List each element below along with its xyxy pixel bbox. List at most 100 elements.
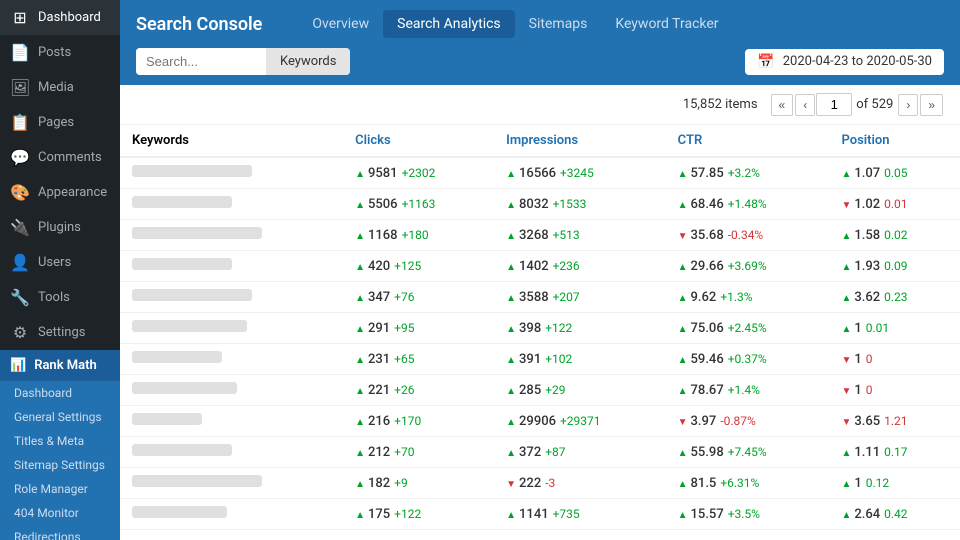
- ctr-value: 78.67: [691, 383, 724, 398]
- table-row: 347+763588+2079.62+1.3%3.620.23: [120, 282, 960, 313]
- topbar-nav-keyword-tracker[interactable]: Keyword Tracker: [601, 10, 732, 38]
- position-value: 3.65: [854, 414, 880, 429]
- position-value: 1: [854, 352, 861, 367]
- ctr-value: 29.66: [691, 259, 724, 274]
- first-page-button[interactable]: «: [771, 94, 794, 116]
- main-content: Search Console OverviewSearch AnalyticsS…: [120, 0, 960, 540]
- impressions-cell: 3268+513: [494, 220, 666, 251]
- topbar-nav-sitemaps[interactable]: Sitemaps: [515, 10, 602, 38]
- rm-role[interactable]: Role Manager: [0, 477, 120, 501]
- table-row: 175+1221141+73515.57+3.5%2.640.42: [120, 499, 960, 530]
- settings-icon: ⚙: [10, 323, 30, 342]
- impressions-value: 3268: [519, 228, 549, 243]
- ctr-delta: +6.31%: [720, 476, 759, 490]
- position-delta: 0.12: [866, 476, 889, 490]
- sidebar-label: Settings: [38, 325, 85, 340]
- sidebar-item-users[interactable]: 👤Users: [0, 245, 120, 280]
- page-title: Search Console: [136, 14, 262, 35]
- col-position[interactable]: Position: [829, 125, 960, 157]
- clicks-value: 175: [368, 507, 390, 522]
- topbar-nav-search-analytics[interactable]: Search Analytics: [383, 10, 515, 38]
- data-table: KeywordsClicksImpressionsCTRPosition 958…: [120, 125, 960, 530]
- position-arrow: [841, 476, 854, 491]
- sidebar-label: Appearance: [38, 185, 107, 200]
- sidebar-item-pages[interactable]: 📋Pages: [0, 105, 120, 140]
- impressions-arrow: [506, 228, 519, 243]
- next-page-button[interactable]: ›: [898, 94, 918, 116]
- position-arrow: [841, 507, 854, 522]
- rm-dashboard[interactable]: Dashboard: [0, 381, 120, 405]
- comments-icon: 💬: [10, 148, 30, 167]
- position-delta: 0.05: [884, 166, 907, 180]
- col-keywords[interactable]: Keywords: [120, 125, 343, 157]
- ctr-arrow: [678, 197, 691, 212]
- position-value: 1: [854, 476, 861, 491]
- date-range-wrap[interactable]: 📅 2020-04-23 to 2020-05-30: [745, 49, 944, 75]
- sidebar-item-media[interactable]: 🖼Media: [0, 70, 120, 105]
- rm-redirections[interactable]: Redirections: [0, 525, 120, 540]
- rm-titles[interactable]: Titles & Meta: [0, 429, 120, 453]
- media-icon: 🖼: [10, 78, 30, 97]
- page-input[interactable]: [816, 93, 852, 116]
- tools-icon: 🔧: [10, 288, 30, 307]
- position-arrow: [841, 166, 854, 181]
- clicks-cell: 420+125: [343, 251, 494, 282]
- search-wrap: Keywords: [136, 48, 350, 75]
- clicks-value: 5506: [368, 197, 398, 212]
- ctr-arrow: [678, 228, 691, 243]
- kw-cell: [120, 437, 343, 468]
- ctr-arrow: [678, 166, 691, 181]
- col-ctr[interactable]: CTR: [666, 125, 830, 157]
- sidebar-item-appearance[interactable]: 🎨Appearance: [0, 175, 120, 210]
- impressions-value: 222: [519, 476, 541, 491]
- ctr-cell: 55.98+7.45%: [666, 437, 830, 468]
- sidebar-label: Pages: [38, 115, 74, 130]
- rm-general[interactable]: General Settings: [0, 405, 120, 429]
- sidebar-item-posts[interactable]: 📄Posts: [0, 35, 120, 70]
- clicks-delta: +2302: [402, 166, 436, 180]
- ctr-delta: +3.5%: [728, 507, 760, 521]
- table-row: 291+95398+12275.06+2.45%10.01: [120, 313, 960, 344]
- clicks-value: 221: [368, 383, 390, 398]
- search-input[interactable]: [136, 48, 266, 75]
- kw-placeholder: [132, 289, 252, 301]
- ctr-arrow: [678, 507, 691, 522]
- ctr-value: 35.68: [691, 228, 724, 243]
- prev-page-button[interactable]: ‹: [795, 94, 815, 116]
- ctr-cell: 75.06+2.45%: [666, 313, 830, 344]
- keyword-badge: Keywords: [266, 48, 350, 75]
- sidebar-item-comments[interactable]: 💬Comments: [0, 140, 120, 175]
- impressions-value: 1141: [519, 507, 549, 522]
- ctr-value: 57.85: [691, 166, 724, 181]
- kw-cell: [120, 499, 343, 530]
- col-clicks[interactable]: Clicks: [343, 125, 494, 157]
- ctr-value: 75.06: [691, 321, 724, 336]
- ctr-delta: +7.45%: [728, 445, 767, 459]
- sidebar-item-plugins[interactable]: 🔌Plugins: [0, 210, 120, 245]
- topbar-nav-overview[interactable]: Overview: [298, 10, 383, 38]
- rm-sitemap[interactable]: Sitemap Settings: [0, 453, 120, 477]
- position-delta: 0: [866, 352, 873, 366]
- ctr-cell: 81.5+6.31%: [666, 468, 830, 499]
- impressions-delta: +1533: [553, 197, 587, 211]
- clicks-cell: 182+9: [343, 468, 494, 499]
- table-row: 1168+1803268+51335.68-0.34%1.580.02: [120, 220, 960, 251]
- impressions-cell: 398+122: [494, 313, 666, 344]
- position-delta: 0.02: [884, 228, 907, 242]
- sidebar-item-tools[interactable]: 🔧Tools: [0, 280, 120, 315]
- page-of: of 529: [856, 97, 893, 112]
- sidebar-item-settings[interactable]: ⚙ Settings: [0, 315, 120, 350]
- rm-404[interactable]: 404 Monitor: [0, 501, 120, 525]
- position-cell: 1.110.17: [829, 437, 960, 468]
- col-impressions[interactable]: Impressions: [494, 125, 666, 157]
- rank-math-header[interactable]: 📊 Rank Math: [0, 350, 120, 381]
- clicks-delta: +95: [394, 321, 414, 335]
- impressions-value: 3588: [519, 290, 549, 305]
- clicks-arrow: [355, 352, 368, 367]
- clicks-arrow: [355, 290, 368, 305]
- last-page-button[interactable]: »: [920, 94, 943, 116]
- impressions-cell: 372+87: [494, 437, 666, 468]
- ctr-value: 3.97: [691, 414, 717, 429]
- sidebar-item-dashboard[interactable]: ⊞Dashboard: [0, 0, 120, 35]
- position-value: 1.93: [854, 259, 880, 274]
